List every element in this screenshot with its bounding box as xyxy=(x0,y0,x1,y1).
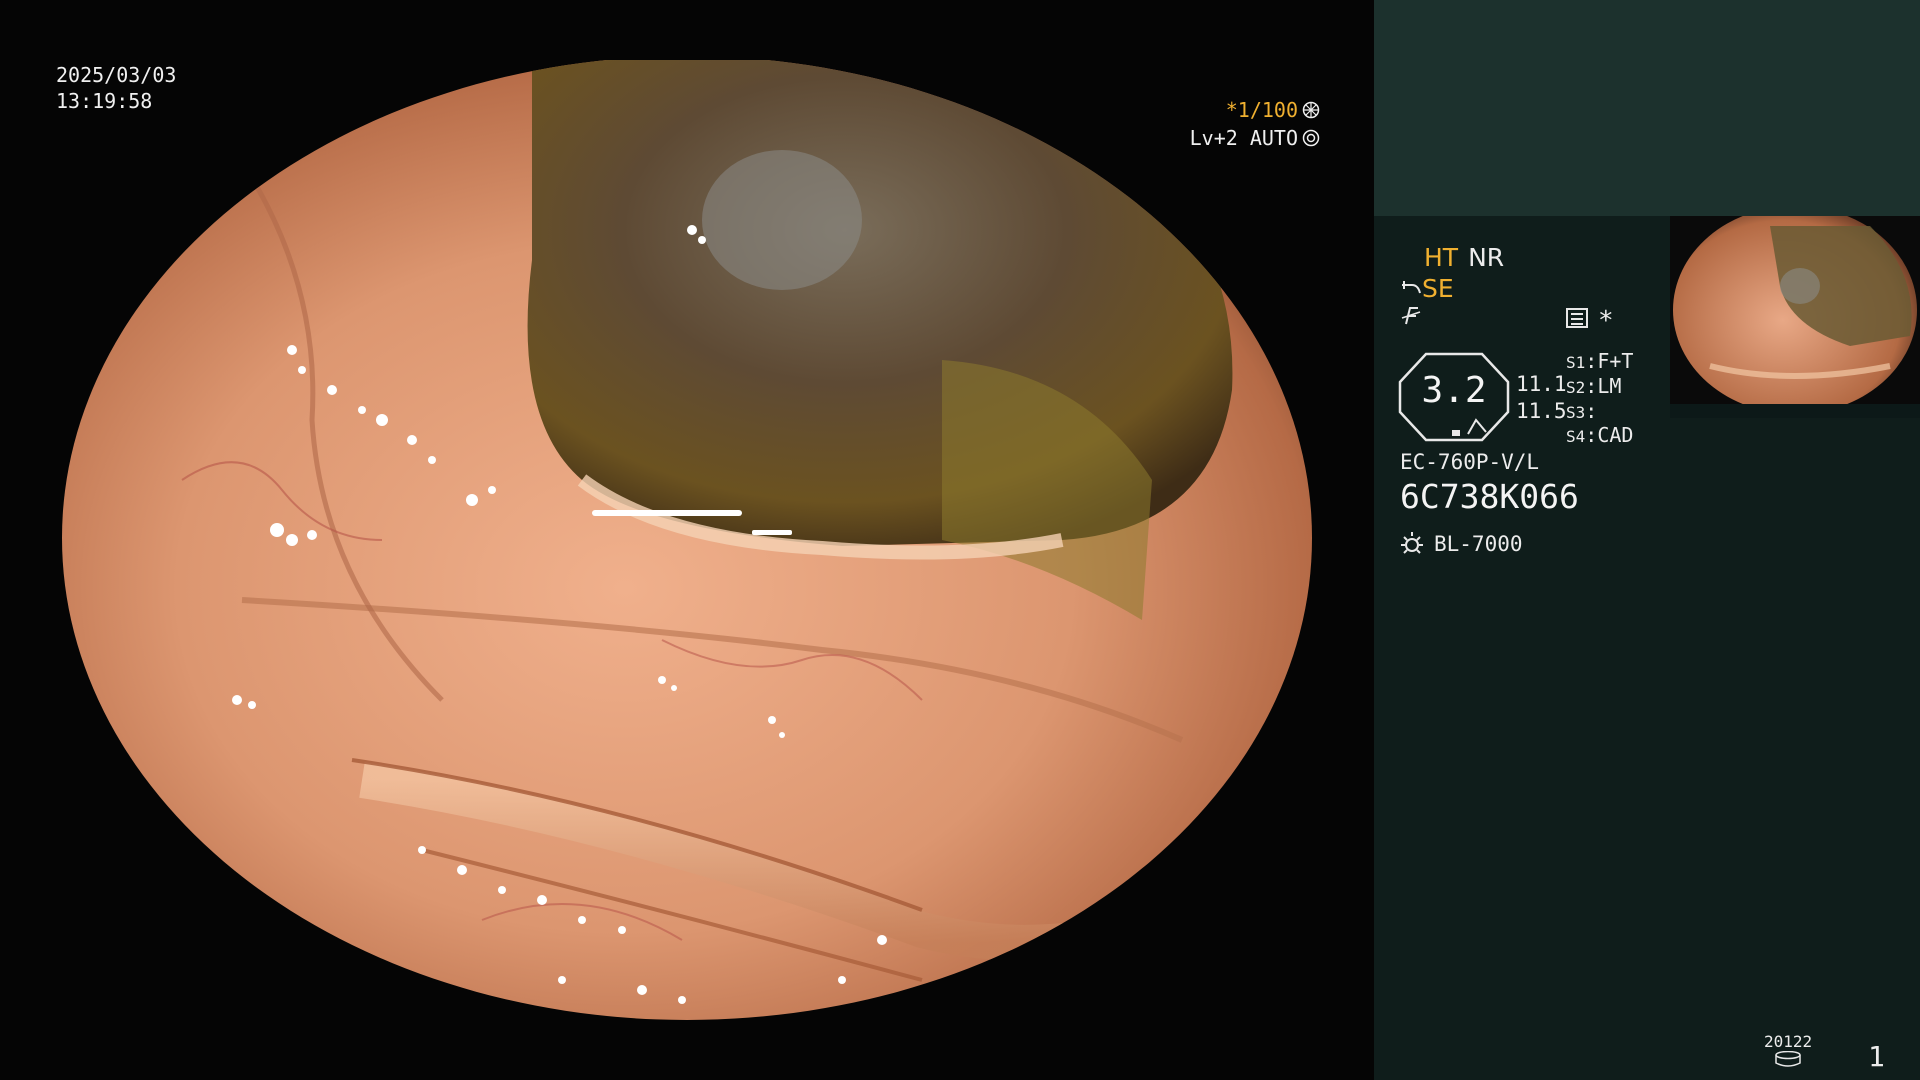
disk-stack-icon xyxy=(1775,1050,1801,1067)
switch-s3: S3: xyxy=(1566,399,1598,423)
switch-value: CAD xyxy=(1597,423,1634,447)
scope-serial: 6C738K066 xyxy=(1400,477,1579,516)
asterisk-mark: * xyxy=(1598,306,1614,336)
switch-s1: S1:F+T xyxy=(1566,349,1634,373)
scope-model: EC-760P-V/L xyxy=(1400,450,1540,474)
level-label: Lv+2 AUTO xyxy=(1189,126,1298,150)
page-number: 1 xyxy=(1868,1040,1885,1073)
endoscopic-image xyxy=(62,60,1312,1020)
shutter-wheel-icon xyxy=(1302,101,1320,119)
switch-s2: S2:LM xyxy=(1566,374,1622,398)
preview-thumbnail[interactable] xyxy=(1670,216,1920,414)
f-icon-row xyxy=(1400,304,1422,326)
thumbnail-image xyxy=(1673,216,1917,414)
light-source-row: BL-7000 xyxy=(1398,530,1523,558)
info-panel: HT NR SE * 3.2 11.1 11.5 S1:F+T S2:LM S3… xyxy=(1374,0,1920,1080)
scope-bend-icon xyxy=(1402,280,1421,293)
switch-value: LM xyxy=(1597,374,1622,398)
shutter-speed-readout: *1/100 xyxy=(1226,98,1320,122)
mode-se-label: SE xyxy=(1422,274,1454,303)
switch-id: S1 xyxy=(1566,353,1586,372)
level-readout: Lv+2 AUTO xyxy=(1190,126,1320,150)
menu-box-icon xyxy=(1566,308,1588,328)
value-b: 11.5 xyxy=(1516,399,1567,423)
thumbnail-footer xyxy=(1670,404,1920,418)
endoscope-video-area: 2025/03/03 13:19:58 *1/100 Lv+2 AUTO xyxy=(0,0,1374,1080)
lamp-sun-icon xyxy=(1401,532,1423,554)
info-top-band xyxy=(1374,0,1920,216)
mode-nr-label: NR xyxy=(1468,243,1505,272)
switch-id: S4 xyxy=(1566,427,1586,446)
switch-id: S3 xyxy=(1566,403,1586,422)
zoom-value: 3.2 xyxy=(1421,370,1487,411)
image-counter: 20122 xyxy=(1764,1032,1812,1071)
shutter-speed-label: *1/100 xyxy=(1225,98,1298,122)
f-flag-icon xyxy=(1401,307,1421,325)
mode-ht-label: HT xyxy=(1424,243,1459,272)
switch-value: F+T xyxy=(1597,349,1634,373)
light-source-label: BL-7000 xyxy=(1434,532,1523,556)
counter-value: 20122 xyxy=(1764,1032,1813,1051)
value-a: 11.1 xyxy=(1516,372,1567,396)
se-row: SE xyxy=(1400,274,1454,303)
auto-ring-icon xyxy=(1302,129,1320,147)
switch-s4: S4:CAD xyxy=(1566,423,1634,447)
switch-id: S2 xyxy=(1566,378,1586,397)
mode-row: HT NR xyxy=(1424,243,1504,272)
